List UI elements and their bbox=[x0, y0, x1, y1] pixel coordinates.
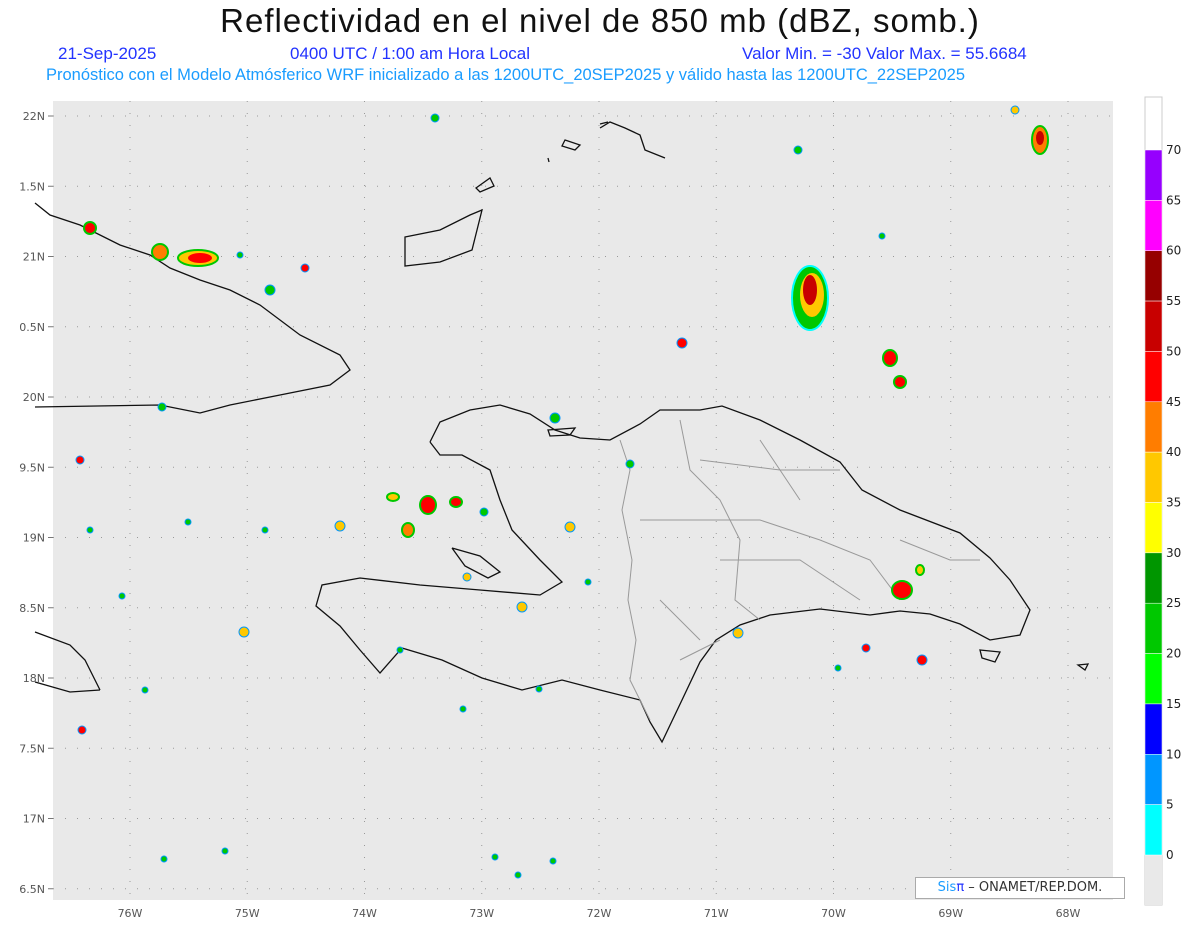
lat-label: 1.5N bbox=[19, 180, 45, 193]
colorbar-label: 30 bbox=[1166, 546, 1181, 560]
colorbar-swatch bbox=[1144, 401, 1163, 453]
colorbar-label: 55 bbox=[1166, 294, 1181, 308]
credit-brand-sis: Sis bbox=[937, 880, 957, 895]
lat-label: 9.5N bbox=[19, 461, 45, 474]
colorbar-label: 35 bbox=[1166, 496, 1181, 510]
lat-label: 18N bbox=[23, 672, 45, 685]
lon-label: 73W bbox=[469, 907, 494, 920]
colorbar-label: 20 bbox=[1166, 647, 1181, 661]
lon-label: 69W bbox=[938, 907, 963, 920]
reflectivity-map: 22N 1.5N 21N 0.5N 20N 9.5N 19N 8.5N 18N 7.5N 17N 6.… bbox=[19, 96, 1181, 920]
colorbar-swatch bbox=[1144, 804, 1163, 856]
lat-label: 21N bbox=[23, 251, 45, 264]
colorbar-swatch bbox=[1144, 552, 1163, 604]
lat-label: 20N bbox=[23, 391, 45, 404]
colorbar-swatch bbox=[1144, 300, 1163, 352]
colorbar-swatch bbox=[1144, 250, 1163, 302]
lon-label: 71W bbox=[704, 907, 729, 920]
lat-label: 19N bbox=[23, 532, 45, 545]
lon-label: 76W bbox=[118, 907, 143, 920]
colorbar-below-zero bbox=[1145, 855, 1162, 905]
colorbar-swatch bbox=[1144, 451, 1163, 503]
credit-brand-pi: π bbox=[956, 880, 965, 895]
colorbar-swatch bbox=[1144, 602, 1163, 654]
colorbar-label: 5 bbox=[1166, 798, 1174, 812]
lat-label: 22N bbox=[23, 110, 45, 123]
lon-label: 74W bbox=[352, 907, 377, 920]
colorbar-label: 60 bbox=[1166, 244, 1181, 258]
colorbar-label: 70 bbox=[1166, 143, 1181, 157]
lat-label: 17N bbox=[23, 813, 45, 826]
credit-text: – ONAMET/REP.DOM. bbox=[968, 880, 1103, 895]
lon-label: 70W bbox=[821, 907, 846, 920]
colorbar-label: 50 bbox=[1166, 344, 1181, 358]
colorbar-label: 65 bbox=[1166, 193, 1181, 207]
colorbar-swatch bbox=[1144, 502, 1163, 554]
colorbar-swatch bbox=[1144, 653, 1163, 705]
colorbar-label: 0 bbox=[1166, 848, 1174, 862]
map-background bbox=[53, 101, 1113, 900]
lon-label: 68W bbox=[1056, 907, 1081, 920]
colorbar-label: 15 bbox=[1166, 697, 1181, 711]
colorbar-label: 25 bbox=[1166, 596, 1181, 610]
lat-label: 0.5N bbox=[19, 321, 45, 334]
colorbar-swatch bbox=[1144, 200, 1163, 251]
credit-box: Sisπ – ONAMET/REP.DOM. bbox=[915, 877, 1125, 899]
lon-label: 72W bbox=[587, 907, 612, 920]
colorbar-swatch bbox=[1144, 149, 1163, 201]
colorbar-swatch bbox=[1144, 351, 1163, 403]
colorbar-swatch bbox=[1144, 754, 1163, 805]
lat-label: 6.5N bbox=[19, 883, 45, 896]
colorbar-label: 40 bbox=[1166, 445, 1181, 459]
lon-label: 75W bbox=[235, 907, 260, 920]
storm-cell-large-north bbox=[791, 265, 829, 331]
colorbar: 7065605550454035302520151050 bbox=[1144, 143, 1181, 862]
colorbar-swatch bbox=[1144, 703, 1163, 755]
lat-label: 8.5N bbox=[19, 602, 45, 615]
colorbar-label: 10 bbox=[1166, 747, 1181, 761]
lat-label: 7.5N bbox=[19, 742, 45, 755]
colorbar-label: 45 bbox=[1166, 395, 1181, 409]
